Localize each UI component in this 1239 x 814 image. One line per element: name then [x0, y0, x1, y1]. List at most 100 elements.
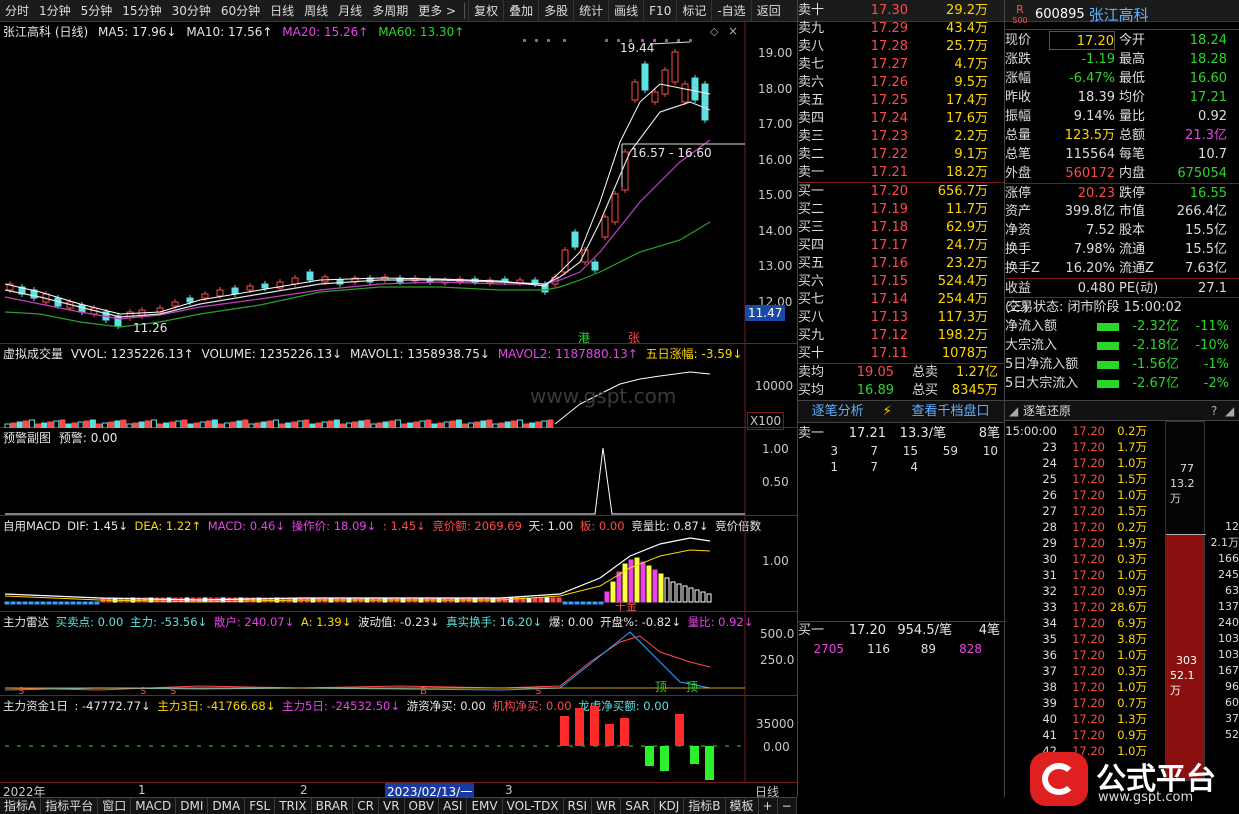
period-tab[interactable]: 15分钟: [117, 0, 166, 22]
alert-panel[interactable]: 预警副图 预警: 0.00 1.00 0.50: [0, 428, 797, 516]
quote-value: 21.3亿: [1185, 128, 1227, 143]
toolbar-action[interactable]: 标记: [676, 0, 711, 22]
fund-panel[interactable]: 主力资金1日 : -47772.77↓ 主力3日: -41766.68↓ 主力5…: [0, 696, 797, 782]
period-tab[interactable]: 60分钟: [216, 0, 265, 22]
candle-body: [691, 77, 699, 101]
bid-level[interactable]: 买五 17.16 23.2万: [798, 255, 1004, 273]
toolbar-action[interactable]: 画线: [608, 0, 643, 22]
volume-bar: [175, 420, 182, 428]
tick-price: 17.20: [1072, 696, 1105, 710]
indicator-tab[interactable]: BRAR: [312, 798, 354, 814]
period-tab[interactable]: 更多 >: [413, 0, 461, 22]
period-tab[interactable]: 多周期: [367, 0, 413, 22]
radar-sign-2: 顶: [686, 680, 699, 694]
toolbar-action[interactable]: 统计: [573, 0, 608, 22]
volume-bar: [266, 420, 273, 428]
ask-level[interactable]: 卖五 17.25 17.4万: [798, 92, 1004, 110]
ask-level[interactable]: 卖四 17.24 17.6万: [798, 110, 1004, 128]
quote-key: 最高: [1119, 52, 1146, 67]
indicator-tab[interactable]: OBV: [405, 798, 440, 814]
indicator-tab[interactable]: RSI: [564, 798, 593, 814]
volume-bar: [83, 420, 90, 428]
bid-level[interactable]: 买三 17.18 62.9万: [798, 219, 1004, 237]
ask-level[interactable]: 卖一 17.21 18.2万: [798, 164, 1004, 182]
period-tab[interactable]: 月线: [333, 0, 367, 22]
period-tab[interactable]: 5分钟: [76, 0, 118, 22]
bid-level[interactable]: 买十 17.11 1078万: [798, 345, 1004, 363]
indicator-tab[interactable]: 指标B: [684, 798, 726, 814]
toolbar-action[interactable]: 叠加: [503, 0, 538, 22]
macd-panel[interactable]: 自用MACD DIF: 1.45↓ DEA: 1.22↑ MACD: 0.46↓…: [0, 516, 797, 613]
kline-panel[interactable]: 张江高科 (日线) MA5: 17.96↓ MA10: 17.56↑ MA20:…: [0, 22, 797, 345]
indicator-tab[interactable]: 指标平台: [41, 798, 99, 814]
quote-key: 流通Z: [1119, 261, 1154, 276]
quote-value: 16.55: [1189, 186, 1227, 201]
period-tab[interactable]: 30分钟: [167, 0, 216, 22]
volume-bar: [89, 419, 96, 428]
ask-level[interactable]: 卖九 17.29 43.4万: [798, 20, 1004, 38]
indicator-tab[interactable]: 模板: [726, 798, 759, 814]
tick-row: 39 17.20 0.7万: [1005, 695, 1155, 711]
indicator-tab[interactable]: VOL-TDX: [503, 798, 564, 814]
indicator-tab[interactable]: TRIX: [275, 798, 312, 814]
bid-level[interactable]: 买八 17.13 117.3万: [798, 309, 1004, 327]
period-tab[interactable]: 周线: [299, 0, 333, 22]
indicator-tab[interactable]: DMI: [176, 798, 209, 814]
indicator-tab[interactable]: KDJ: [655, 798, 685, 814]
volume-bar: [419, 420, 426, 428]
toolbar-action[interactable]: 复权: [468, 0, 503, 22]
toolbar-action[interactable]: F10: [643, 0, 676, 22]
candle-body: [651, 91, 659, 103]
flow-row: 大宗流入 -2.18亿 -10%: [1005, 336, 1239, 355]
bid-level[interactable]: 买二 17.19 11.7万: [798, 201, 1004, 219]
ask-level[interactable]: 卖八 17.28 25.7万: [798, 38, 1004, 56]
kline-y-tick: 14.00: [758, 223, 793, 238]
ask-price: 17.26: [870, 75, 908, 90]
expand-icon[interactable]: ◢: [1225, 401, 1239, 420]
bid-label: 买十: [798, 346, 825, 361]
indicator-tab[interactable]: DMA: [208, 798, 246, 814]
indicator-tab[interactable]: MACD: [131, 798, 177, 814]
help-icon[interactable]: ?: [1211, 401, 1225, 420]
ask-level[interactable]: 卖六 17.26 9.5万: [798, 74, 1004, 92]
indicator-tab[interactable]: CR: [353, 798, 379, 814]
period-tab[interactable]: 分时: [0, 0, 34, 22]
quote-key: 总量: [1005, 128, 1032, 143]
radar-panel[interactable]: 主力雷达 买卖点: 0.00 主力: -53.56↓ 散户: 240.07↓ A…: [0, 612, 797, 696]
ask-level[interactable]: 卖十 17.30 29.2万: [798, 2, 1004, 20]
bid-level[interactable]: 买一 17.20 656.7万: [798, 183, 1004, 201]
toolbar-action[interactable]: 返回: [750, 0, 786, 22]
toolbar-action[interactable]: 多股: [538, 0, 573, 22]
indicator-tab[interactable]: 指标A: [0, 798, 42, 814]
stock-name[interactable]: 张江高科: [1089, 4, 1149, 25]
bid-level[interactable]: 买九 17.12 198.2万: [798, 327, 1004, 345]
flow-bar: [1097, 323, 1119, 331]
tab-thousand-book[interactable]: 查看千档盘口: [897, 401, 1004, 422]
triangle-icon[interactable]: ◢: [1009, 401, 1019, 420]
ask-level[interactable]: 卖七 17.27 4.7万: [798, 56, 1004, 74]
indicator-tab[interactable]: WR: [592, 798, 622, 814]
quote-key: 今开: [1119, 33, 1146, 48]
period-tab[interactable]: 1分钟: [34, 0, 76, 22]
tab-tick-analysis[interactable]: 逐笔分析: [798, 401, 877, 422]
period-tab[interactable]: 日线: [265, 0, 299, 22]
indicator-tab[interactable]: EMV: [467, 798, 503, 814]
lightning-icon[interactable]: ⚡: [877, 401, 897, 422]
bid-level[interactable]: 买六 17.15 524.4万: [798, 273, 1004, 291]
volume-panel[interactable]: 虚拟成交量 VVOL: 1235226.13↑ VOLUME: 1235226.…: [0, 344, 797, 430]
indicator-tab[interactable]: 窗口: [98, 798, 132, 814]
macd-bar: [88, 601, 94, 605]
indicator-tab[interactable]: −: [778, 798, 797, 814]
indicator-tab[interactable]: VR: [379, 798, 405, 814]
toolbar-action[interactable]: -自选: [711, 0, 750, 22]
indicator-tab[interactable]: +: [759, 798, 778, 814]
bid-level[interactable]: 买七 17.14 254.4万: [798, 291, 1004, 309]
quote-key: 流通: [1119, 242, 1146, 257]
ask-level[interactable]: 卖二 17.22 9.1万: [798, 146, 1004, 164]
tick-volume: 0.9万: [1117, 728, 1147, 742]
indicator-tab[interactable]: ASI: [439, 798, 468, 814]
indicator-tab[interactable]: SAR: [621, 798, 655, 814]
ask-level[interactable]: 卖三 17.23 2.2万: [798, 128, 1004, 146]
bid-level[interactable]: 买四 17.17 24.7万: [798, 237, 1004, 255]
indicator-tab[interactable]: FSL: [245, 798, 276, 814]
